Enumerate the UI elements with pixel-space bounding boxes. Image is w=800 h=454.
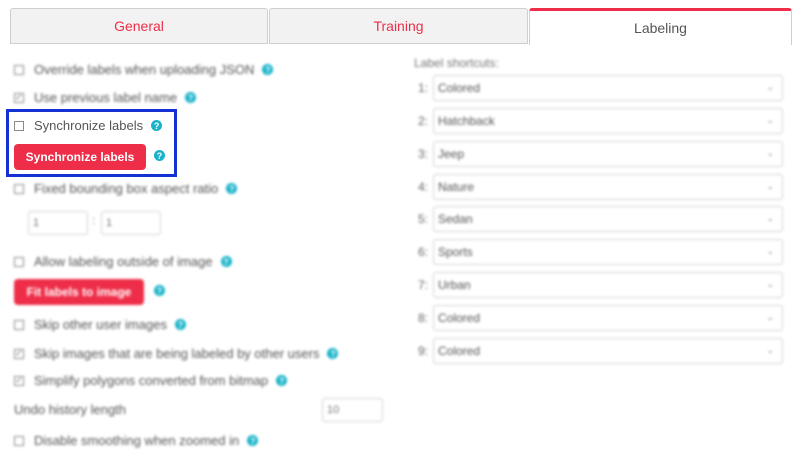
help-icon[interactable]: ?: [262, 64, 274, 75]
shortcut-row: 9: Colored ⌄: [418, 338, 783, 364]
check-icon: ✓: [15, 375, 23, 385]
shortcut-select[interactable]: Nature ⌄: [433, 174, 783, 200]
fit-labels-button[interactable]: Fit labels to image: [14, 279, 144, 305]
chevron-down-icon: ⌄: [766, 181, 774, 191]
shortcuts-title: Label shortcuts:: [414, 56, 499, 70]
option-allow-outside[interactable]: Allow labeling outside of image ?: [14, 254, 232, 269]
shortcut-row: 4: Nature ⌄: [418, 174, 783, 200]
checkbox-checked[interactable]: ✓: [14, 348, 24, 359]
shortcut-number: 2:: [418, 114, 429, 128]
selected-value: Colored: [438, 81, 481, 95]
shortcut-row: 5: Sedan ⌄: [418, 206, 783, 232]
shortcut-row: 3: Jeep ⌄: [418, 141, 783, 167]
shortcut-number: 8:: [418, 311, 429, 325]
aspect-ratio-height-input[interactable]: 1: [101, 211, 161, 235]
shortcut-number: 3:: [418, 147, 429, 161]
option-skip-other-user[interactable]: Skip other user images ?: [14, 317, 186, 332]
option-label: Allow labeling outside of image: [34, 254, 213, 269]
shortcut-select[interactable]: Urban ⌄: [433, 272, 783, 298]
shortcut-select[interactable]: Colored ⌄: [433, 75, 783, 101]
option-label: Fixed bounding box aspect ratio: [34, 181, 219, 196]
checkbox[interactable]: [14, 319, 24, 330]
selected-value: Colored: [438, 311, 481, 325]
selected-value: Hatchback: [438, 114, 495, 128]
chevron-down-icon: ⌄: [766, 213, 774, 223]
help-icon[interactable]: ?: [220, 256, 232, 267]
shortcut-select[interactable]: Sports ⌄: [433, 239, 783, 265]
selected-value: Nature: [438, 180, 475, 194]
checkbox[interactable]: [14, 435, 24, 446]
check-icon: ✓: [15, 92, 23, 102]
selected-value: Colored: [438, 344, 481, 358]
option-fixed-bbox-ratio[interactable]: Fixed bounding box aspect ratio ?: [14, 181, 238, 196]
checkbox[interactable]: [14, 64, 24, 75]
option-label: Skip other user images: [34, 317, 167, 332]
shortcut-select[interactable]: Colored ⌄: [433, 305, 783, 331]
shortcut-row: 7: Urban ⌄: [418, 272, 783, 298]
option-override-labels[interactable]: Override labels when uploading JSON ?: [14, 62, 274, 77]
help-icon[interactable]: ?: [327, 348, 339, 359]
aspect-ratio-width-input[interactable]: 1: [28, 211, 88, 235]
option-label: Simplify polygons converted from bitmap: [34, 373, 269, 388]
option-label: Use previous label name: [34, 90, 178, 105]
shortcut-select[interactable]: Colored ⌄: [433, 338, 783, 364]
shortcut-select[interactable]: Jeep ⌄: [433, 141, 783, 167]
option-use-previous-label[interactable]: ✓ Use previous label name ?: [14, 90, 197, 105]
chevron-down-icon: ⌄: [766, 82, 774, 92]
option-disable-smoothing[interactable]: Disable smoothing when zoomed in ?: [14, 433, 259, 448]
chevron-down-icon: ⌄: [766, 345, 774, 355]
selected-value: Jeep: [438, 147, 465, 161]
shortcut-number: 5:: [418, 212, 429, 226]
chevron-down-icon: ⌄: [766, 312, 774, 322]
checkbox-checked[interactable]: ✓: [14, 375, 24, 386]
label-shortcuts-panel: Label shortcuts: 1: Colored ⌄ 2: Hatchbac…: [400, 0, 800, 454]
shortcut-number: 6:: [418, 245, 429, 259]
option-skip-being-labeled[interactable]: ✓ Skip images that are being labeled by …: [14, 346, 339, 361]
help-icon[interactable]: ?: [276, 375, 288, 386]
option-label: Override labels when uploading JSON: [34, 62, 255, 77]
undo-history-input[interactable]: 10: [322, 398, 383, 422]
undo-history-row: Undo history length: [14, 402, 126, 417]
shortcut-select[interactable]: Hatchback ⌄: [433, 108, 783, 134]
shortcut-row: 1: Colored ⌄: [418, 75, 783, 101]
check-icon: ✓: [15, 348, 23, 358]
checkbox-checked[interactable]: ✓: [14, 92, 24, 103]
shortcut-number: 1:: [418, 81, 429, 95]
help-icon[interactable]: ?: [226, 183, 238, 194]
selected-value: Urban: [438, 278, 471, 292]
help-icon[interactable]: ?: [154, 285, 165, 296]
checkbox[interactable]: [14, 183, 24, 194]
help-icon[interactable]: ?: [185, 92, 197, 103]
focus-highlight-box: [6, 109, 177, 177]
ratio-separator: :: [92, 215, 96, 227]
labeling-options-panel: Override labels when uploading JSON ? ✓ …: [0, 0, 400, 454]
chevron-down-icon: ⌄: [766, 279, 774, 289]
chevron-down-icon: ⌄: [766, 148, 774, 158]
option-simplify-polygons[interactable]: ✓ Simplify polygons converted from bitma…: [14, 373, 288, 388]
shortcut-row: 6: Sports ⌄: [418, 239, 783, 265]
option-label: Skip images that are being labeled by ot…: [34, 346, 320, 361]
chevron-down-icon: ⌄: [766, 115, 774, 125]
shortcut-number: 7:: [418, 278, 429, 292]
shortcut-number: 9:: [418, 344, 429, 358]
option-label: Disable smoothing when zoomed in: [34, 433, 240, 448]
shortcut-row: 8: Colored ⌄: [418, 305, 783, 331]
help-icon[interactable]: ?: [174, 319, 186, 330]
chevron-down-icon: ⌄: [766, 246, 774, 256]
selected-value: Sports: [438, 245, 473, 259]
undo-history-label: Undo history length: [14, 402, 127, 417]
help-icon[interactable]: ?: [247, 435, 259, 446]
shortcut-row: 2: Hatchback ⌄: [418, 108, 783, 134]
checkbox[interactable]: [14, 256, 24, 267]
shortcut-number: 4:: [418, 180, 429, 194]
shortcut-select[interactable]: Sedan ⌄: [433, 206, 783, 232]
selected-value: Sedan: [438, 212, 473, 226]
